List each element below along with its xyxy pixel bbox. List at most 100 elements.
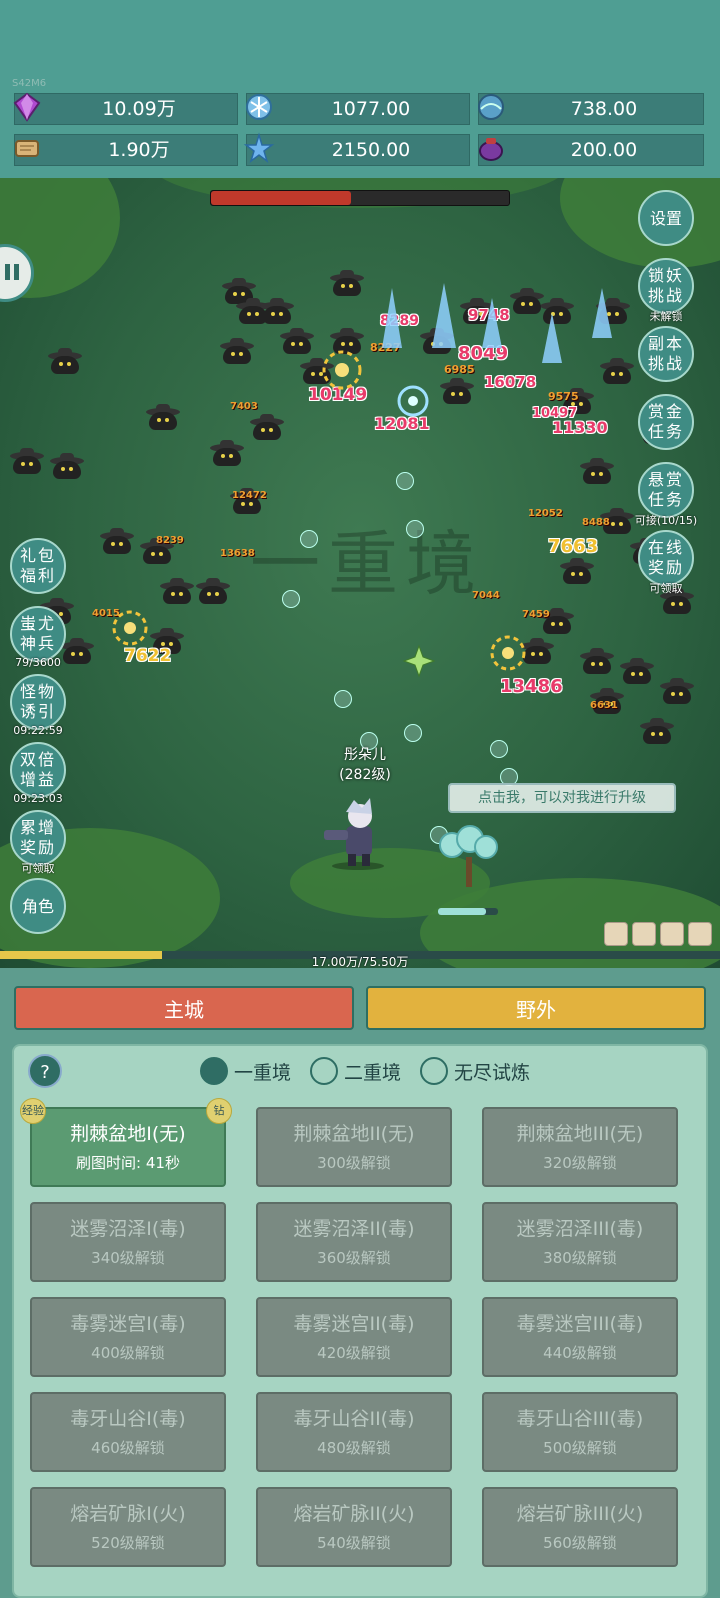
damage-number: 13486 (500, 676, 563, 697)
damage-number: 12052 (528, 508, 563, 519)
enemy-bat (100, 528, 134, 554)
realm-option-1[interactable]: 一重境 (200, 1055, 291, 1087)
enemy-bat (196, 578, 230, 604)
buff-icon[interactable] (632, 922, 656, 946)
help-button[interactable]: ? (28, 1054, 62, 1088)
boss-hp-fill (211, 191, 352, 205)
map-status: 360级解锁 (317, 1249, 391, 1267)
map-card-locked[interactable]: 熔岩矿脉II(火) 540级解锁 (256, 1487, 452, 1567)
resource-blue-orb[interactable]: 738.00 (478, 93, 704, 125)
side-button-label: 在线奖励 (648, 538, 685, 577)
side-button-label: 悬赏任务 (648, 470, 685, 509)
map-name: 迷雾沼泽II(毒) (293, 1218, 415, 1240)
right-button-2[interactable]: 副本挑战 (638, 326, 694, 382)
side-button-label: 蚩尤神兵 (20, 614, 57, 653)
map-name: 熔岩矿脉II(火) (293, 1503, 415, 1525)
map-card-locked[interactable]: 毒雾迷宫I(毒) 400级解锁 (30, 1297, 226, 1377)
scroll-icon (15, 140, 39, 157)
realm-label: 一重境 (234, 1061, 292, 1084)
enemy-bat (10, 448, 44, 474)
exp-badge: 经验 (20, 1098, 46, 1124)
map-name: 毒牙山谷I(毒) (70, 1408, 186, 1430)
map-status: 340级解锁 (91, 1249, 165, 1267)
damage-number: 7459 (522, 609, 550, 620)
map-card-locked[interactable]: 荆棘盆地III(无) 320级解锁 (482, 1107, 678, 1187)
map-card-locked[interactable]: 荆棘盆地II(无) 300级解锁 (256, 1107, 452, 1187)
map-name: 熔岩矿脉III(火) (516, 1503, 644, 1525)
resource-bar: S42M6 10.09万 1077.00 738.00 1.90万 2150.0… (0, 0, 720, 178)
buff-icon[interactable] (660, 922, 684, 946)
buff-icon[interactable] (604, 922, 628, 946)
battle-scene[interactable]: 一重境 828997488227804969851014912081160789… (0, 178, 720, 968)
map-card-locked[interactable]: 毒雾迷宫II(毒) 420级解锁 (256, 1297, 452, 1377)
map-card-locked[interactable]: 迷雾沼泽I(毒) 340级解锁 (30, 1202, 226, 1282)
map-card-locked[interactable]: 毒牙山谷III(毒) 500级解锁 (482, 1392, 678, 1472)
right-button-5[interactable]: 在线奖励 (638, 530, 694, 586)
map-card-locked[interactable]: 迷雾沼泽II(毒) 360级解锁 (256, 1202, 452, 1282)
realm-option-2[interactable]: 二重境 (310, 1055, 401, 1087)
resource-value: 1077.00 (331, 98, 411, 120)
realm-label: 无尽试炼 (454, 1061, 531, 1084)
resource-scroll[interactable]: 1.90万 (14, 134, 238, 166)
realm-option-3[interactable]: 无尽试炼 (420, 1055, 530, 1087)
spirit-tree-icon[interactable] (436, 823, 500, 893)
map-card-locked[interactable]: 毒雾迷宫III(毒) 440级解锁 (482, 1297, 678, 1377)
enemy-bat (50, 453, 84, 479)
side-button-label: 角色 (21, 896, 54, 916)
enemy-bat (160, 578, 194, 604)
side-button-label: 副本挑战 (648, 334, 685, 373)
enemy-bat (146, 404, 180, 430)
vortex-effect-icon (397, 385, 429, 417)
tab-main-city[interactable]: 主城 (14, 986, 354, 1030)
side-button-label: 赏金任务 (648, 402, 685, 441)
resource-purple-pot[interactable]: 200.00 (478, 134, 704, 166)
side-button-status: 未解锁 (649, 310, 683, 323)
map-status: 560级解锁 (543, 1534, 617, 1552)
map-card-locked[interactable]: 毒牙山谷II(毒) 480级解锁 (256, 1392, 452, 1472)
damage-number: 7622 (124, 646, 172, 666)
map-card-locked[interactable]: 迷雾沼泽III(毒) 380级解锁 (482, 1202, 678, 1282)
enemy-bat (280, 328, 314, 354)
buff-icon[interactable] (688, 922, 712, 946)
right-button-0[interactable]: 设置 (638, 190, 694, 246)
pause-icon (5, 264, 10, 280)
map-status: 460级解锁 (91, 1439, 165, 1457)
upgrade-hint-bubble[interactable]: 点击我，可以对我进行升级 (448, 783, 676, 813)
map-name: 毒雾迷宫II(毒) (293, 1313, 415, 1335)
left-button-5[interactable]: 角色 (10, 878, 66, 934)
bubble (404, 724, 422, 742)
map-status: 300级解锁 (317, 1154, 391, 1172)
resource-purple-gem[interactable]: 10.09万 (13, 92, 238, 125)
map-name: 荆棘盆地III(无) (516, 1123, 644, 1145)
map-card-locked[interactable]: 熔岩矿脉I(火) 520级解锁 (30, 1487, 226, 1567)
bubble (490, 740, 508, 758)
map-card-locked[interactable]: 熔岩矿脉III(火) 560级解锁 (482, 1487, 678, 1567)
enemy-bat (580, 458, 614, 484)
map-card-locked[interactable]: 毒牙山谷I(毒) 460级解锁 (30, 1392, 226, 1472)
right-button-1[interactable]: 锁妖挑战 (638, 258, 694, 314)
damage-number: 11330 (552, 418, 608, 437)
version-label: S42M6 (12, 78, 47, 89)
map-status: 500级解锁 (543, 1439, 617, 1457)
player-name-label[interactable]: 彤朵儿 (282级) (325, 744, 405, 784)
map-name: 荆棘盆地II(无) (293, 1123, 415, 1145)
enemy-bat (560, 558, 594, 584)
left-button-4[interactable]: 累增奖励 (10, 810, 66, 866)
player-character[interactable] (318, 790, 398, 870)
resource-star-shard[interactable]: 2150.00 (243, 132, 470, 166)
ice-spike-cluster (382, 283, 612, 363)
left-button-3[interactable]: 双倍增益 (10, 742, 66, 798)
resource-ice-crystal[interactable]: 1077.00 (246, 93, 470, 125)
right-button-4[interactable]: 悬赏任务 (638, 462, 694, 518)
left-button-0[interactable]: 礼包福利 (10, 538, 66, 594)
map-name: 熔岩矿脉I(火) (70, 1503, 186, 1525)
map-card-active[interactable]: 荆棘盆地I(无) 刷图时间: 41秒 (30, 1107, 226, 1187)
map-name: 毒雾迷宫I(毒) (70, 1313, 186, 1335)
right-button-3[interactable]: 赏金任务 (638, 394, 694, 450)
radio-empty-icon (420, 1057, 448, 1085)
map-status: 520级解锁 (91, 1534, 165, 1552)
radio-empty-icon (310, 1057, 338, 1085)
left-button-1[interactable]: 蚩尤神兵 (10, 606, 66, 662)
tab-wild[interactable]: 野外 (366, 986, 706, 1030)
left-button-2[interactable]: 怪物诱引 (10, 674, 66, 730)
